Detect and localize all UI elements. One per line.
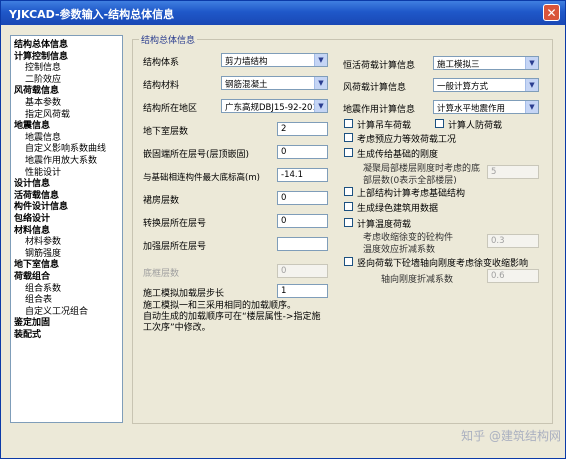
tree-item[interactable]: 设计信息 [14,179,50,189]
prestress-label: 考虑预应力等效荷载工况 [357,135,457,145]
strengthen-floor-input[interactable] [277,237,328,251]
tree-item[interactable]: 自定义工况组合 [25,307,88,317]
temp-checkbox[interactable] [344,218,353,227]
tree-item[interactable]: 包络设计 [14,214,50,224]
chevron-down-icon: ▼ [525,57,538,69]
chevron-down-icon: ▼ [525,101,538,113]
region-label: 结构所在地区 [143,104,198,114]
ratio-input: 5 [487,165,539,179]
tree-item[interactable]: 组合表 [25,295,52,305]
hint-line: 施工模拟一和三采用相同的加载顺序。 [143,301,297,311]
vert-stiff-label: 竖向荷载下砼墙轴向刚度考虑徐变收缩影响 [357,259,529,269]
tree-item[interactable]: 控制信息 [25,63,61,73]
basement-floors-input[interactable]: 2 [277,122,328,136]
tree-item[interactable]: 计算控制信息 [14,52,68,62]
hint-line: 工次序”中修改。 [143,323,211,333]
seismic-calc-label: 地震作用计算信息 [343,105,416,115]
wind-calc-label: 风荷载计算信息 [343,83,407,93]
construction-step-input[interactable]: 1 [277,284,328,298]
ratio-text-line2: 部层数(0表示全部楼层) [363,176,457,186]
struct-material-label: 结构材料 [143,81,180,91]
seismic-calc-select[interactable]: 计算水平地震作用 ▼ [433,100,539,114]
tree-item[interactable]: 基本参数 [25,98,61,108]
tree-item[interactable]: 地震作用放大系数 [25,156,97,166]
struct-system-select[interactable]: 剪力墙结构 ▼ [221,53,328,67]
embed-floor-label: 嵌固端所在层号(层顶嵌固) [143,150,250,160]
window-title: YJKCAD-参数输入-结构总体信息 [9,8,175,21]
tree-item[interactable]: 风荷载信息 [14,86,59,96]
tree-item[interactable]: 活荷载信息 [14,191,59,201]
tree-item[interactable]: 构件设计信息 [14,202,68,212]
transfer-floor-label: 转换层所在层号 [143,219,207,229]
tree-item[interactable]: 荷载组合 [14,272,50,282]
structure-info-group: 结构总体信息 [132,33,553,424]
hint-line: 自动生成的加载顺序可在“楼层属性->指定施 [143,312,321,322]
base-stiff-label: 生成传给基础的刚度 [357,150,439,160]
bottom-floor-label: 底框层数 [143,269,180,279]
green-label: 生成绿色建筑用数据 [357,204,439,214]
upper-base-label: 上部结构计算考虑基础结构 [357,189,466,199]
construction-step-label: 施工模拟加载层步长 [143,289,225,299]
tree-item[interactable]: 鉴定加固 [14,318,50,328]
creep-text-line2: 温度效应折减系数 [363,245,436,255]
creep-input: 0.3 [487,234,539,248]
struct-system-label: 结构体系 [143,58,180,68]
tree-item[interactable]: 自定义影响系数曲线 [25,144,106,154]
strengthen-floor-label: 加强层所在层号 [143,242,207,252]
chevron-down-icon: ▼ [314,54,327,66]
base-stiff-checkbox[interactable] [344,148,353,157]
close-button[interactable]: ✕ [543,4,560,21]
basement-floors-label: 地下室层数 [143,127,189,137]
tree-item[interactable]: 二阶效应 [25,75,61,85]
group-legend: 结构总体信息 [139,33,198,46]
vert-stiff-checkbox[interactable] [344,257,353,266]
defense-label: 计算人防荷载 [448,121,503,131]
defense-checkbox[interactable] [435,119,444,128]
tree-item[interactable]: 结构总体信息 [14,40,68,50]
region-select[interactable]: 广东高规DBJ15-92-201 ▼ [221,99,328,113]
min-elev-label: 与基础相连构件最大底标高(m) [143,173,260,183]
stiff-reduce-label: 轴向刚度折减系数 [381,275,454,285]
ld-calc-select[interactable]: 施工模拟三 ▼ [433,56,539,70]
crane-label: 计算吊车荷载 [357,121,412,131]
tree-item[interactable]: 组合系数 [25,284,61,294]
tree-item[interactable]: 装配式 [14,330,41,340]
bottom-floor-input: 0 [277,264,328,278]
tree-item[interactable]: 性能设计 [25,168,61,178]
category-tree[interactable]: 结构总体信息 计算控制信息 控制信息 二阶效应 风荷载信息 基本参数 指定风荷载 地震信息 地震… [10,35,123,423]
tree-item[interactable]: 地震信息 [14,121,50,131]
chevron-down-icon: ▼ [314,77,327,89]
transfer-floor-input[interactable]: 0 [277,214,328,228]
podium-floors-label: 裙房层数 [143,196,180,206]
min-elev-input[interactable]: -14.1 [277,168,328,182]
prestress-checkbox[interactable] [344,133,353,142]
podium-floors-input[interactable]: 0 [277,191,328,205]
watermark: 知乎 @建筑结构网 [461,429,561,443]
green-checkbox[interactable] [344,202,353,211]
ld-calc-label: 恒活荷载计算信息 [343,61,416,71]
chevron-down-icon: ▼ [525,79,538,91]
construction-hint: 施工模拟一和三采用相同的加载顺序。 自动生成的加载顺序可在“楼层属性->指定施 … [143,301,343,334]
tree-item[interactable]: 地震信息 [25,133,61,143]
tree-item[interactable]: 材料信息 [14,226,50,236]
tree-item[interactable]: 钢筋强度 [25,249,61,259]
chevron-down-icon: ▼ [314,100,327,112]
tree-item[interactable]: 材料参数 [25,237,61,247]
tree-item[interactable]: 地下室信息 [14,260,59,270]
embed-floor-input[interactable]: 0 [277,145,328,159]
dialog-window: YJKCAD-参数输入-结构总体信息 ✕ 结构总体信息 计算控制信息 控制信息 二阶效… [0,0,566,459]
struct-material-select[interactable]: 钢筋混凝土 ▼ [221,76,328,90]
crane-checkbox[interactable] [344,119,353,128]
upper-base-checkbox[interactable] [344,187,353,196]
tree-item[interactable]: 指定风荷载 [25,110,70,120]
stiff-reduce-input: 0.6 [487,269,539,283]
temp-label: 计算温度荷载 [357,220,412,230]
title-bar[interactable]: YJKCAD-参数输入-结构总体信息 ✕ [1,1,565,25]
wind-calc-select[interactable]: 一般计算方式 ▼ [433,78,539,92]
